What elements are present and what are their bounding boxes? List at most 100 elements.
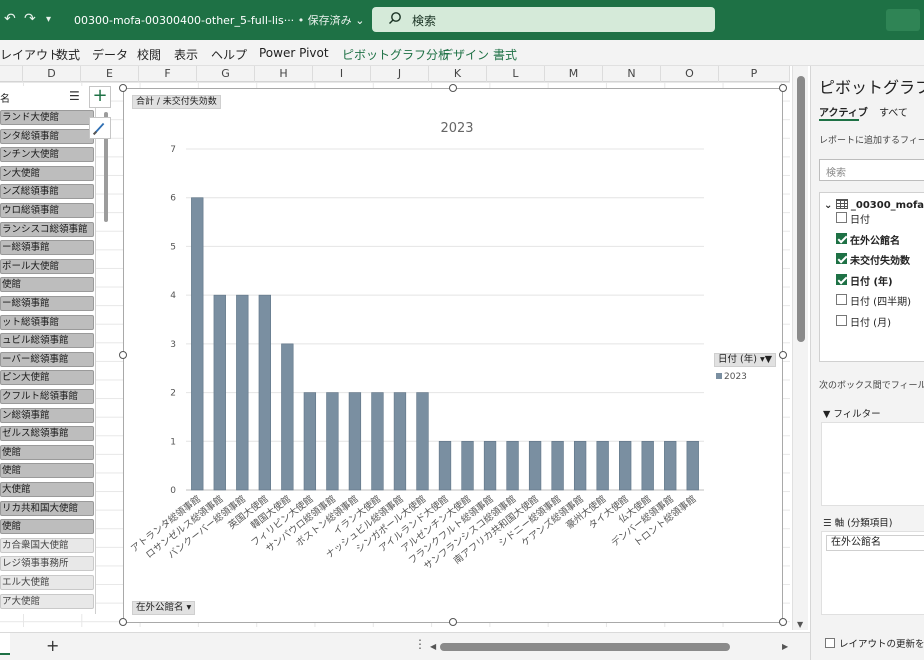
field-checkbox[interactable] — [836, 232, 847, 244]
column-header[interactable]: L — [487, 66, 545, 82]
tab-active[interactable]: アクティブ — [819, 104, 868, 119]
sheet-tab-active[interactable] — [0, 633, 10, 655]
field-checkbox[interactable] — [836, 314, 847, 326]
tab-all[interactable]: すべて — [879, 104, 908, 119]
field-item[interactable]: 日付 (月) — [836, 314, 891, 329]
field-item[interactable]: 日付 (四半期) — [836, 293, 911, 308]
field-checkbox[interactable] — [836, 294, 847, 305]
axis-field-button[interactable]: 在外公館名 ▾ — [132, 601, 196, 615]
pivot-chart[interactable]: 2023 0 1 2 3 4 5 6 7 アトランタ総領事館 ロサンゼルス総領事館 バンクーバー総領事… — [123, 88, 783, 623]
slicer-item[interactable]: 使館 — [0, 444, 94, 460]
field-item[interactable]: 日付 (年) — [836, 273, 893, 288]
scroll-right-icon[interactable]: ▶ — [782, 642, 788, 651]
resize-handle[interactable] — [779, 351, 787, 359]
legend-field-button[interactable]: 日付 (年) ▾▼ — [714, 353, 777, 367]
defer-layout-update[interactable]: レイアウトの更新を保留する — [825, 636, 924, 650]
slicer-item[interactable]: リカ共和国大使館 — [0, 500, 94, 516]
column-header[interactable]: J — [371, 66, 429, 82]
tab-power-pivot[interactable]: Power Pivot — [259, 46, 329, 60]
tab-format[interactable]: 書式 — [493, 46, 517, 63]
tab-review[interactable]: 校閲 — [137, 46, 161, 63]
slicer-item[interactable]: 大使館 — [0, 482, 94, 497]
column-header[interactable]: H — [255, 66, 313, 82]
column-header[interactable]: K — [429, 66, 487, 82]
slicer-item[interactable]: ンチン大使館 — [0, 147, 94, 163]
scroll-left-icon[interactable]: ◀ — [430, 642, 436, 651]
slicer-item[interactable]: カ合衆国大使館 — [0, 537, 94, 553]
tab-splitter-icon[interactable]: ⋮ — [414, 637, 426, 651]
column-header[interactable]: I — [313, 66, 371, 82]
slicer-item[interactable]: ー総領事館 — [0, 296, 94, 311]
scroll-down-icon[interactable]: ▼ — [797, 620, 803, 629]
slicer-item[interactable]: ランシスコ総領事館 — [0, 221, 94, 237]
field-search-input[interactable]: 検索 — [819, 159, 924, 181]
slicer-item[interactable]: 使館 — [0, 463, 94, 479]
chart-styles-button[interactable] — [89, 117, 111, 139]
tab-pivotchart-analyze[interactable]: ピボットグラフ分析 — [342, 46, 450, 63]
slicer-item[interactable]: レジ領事事務所 — [0, 556, 94, 572]
tab-design[interactable]: デザイン — [441, 46, 489, 63]
redo-icon[interactable]: ↷ — [24, 11, 36, 27]
chart-elements-button[interactable]: + — [89, 86, 111, 108]
value-field-button[interactable]: 合計 / 未交付失効数 — [132, 95, 221, 109]
filters-area[interactable] — [821, 422, 924, 506]
horizontal-scrollbar[interactable] — [440, 643, 780, 651]
column-header-partial[interactable] — [0, 66, 23, 82]
axis-field-item[interactable]: 在外公館名 — [826, 535, 924, 551]
slicer-item[interactable]: ンタ総領事館 — [0, 128, 94, 144]
column-header[interactable]: G — [197, 66, 255, 82]
defer-checkbox[interactable] — [825, 638, 835, 648]
slicer-item[interactable]: ット総領事館 — [0, 314, 94, 330]
slicer-item[interactable]: ピン大使館 — [0, 370, 94, 386]
slicer-item[interactable]: ュビル総領事館 — [0, 333, 94, 349]
slicer-item[interactable]: ンズ総領事館 — [0, 184, 94, 200]
slicer-item[interactable]: ン大使館 — [0, 165, 94, 181]
resize-handle[interactable] — [119, 618, 127, 626]
resize-handle[interactable] — [119, 84, 127, 92]
column-header[interactable]: F — [139, 66, 197, 82]
vertical-scroll-thumb[interactable] — [797, 76, 805, 342]
tab-view[interactable]: 表示 — [174, 46, 198, 63]
resize-handle[interactable] — [449, 84, 457, 92]
multi-select-icon[interactable]: ☰ — [69, 89, 80, 103]
field-checkbox[interactable] — [836, 212, 847, 223]
avatar[interactable] — [886, 9, 920, 31]
slicer-item[interactable]: 使館 — [0, 519, 94, 535]
field-item[interactable]: 在外公館名 — [836, 232, 900, 247]
slicer-item[interactable]: ーバー総領事館 — [0, 351, 94, 367]
slicer-item[interactable]: エル大使館 — [0, 575, 94, 590]
slicer-item[interactable]: ウロ総領事館 — [0, 203, 94, 218]
column-header[interactable]: O — [661, 66, 719, 82]
document-title[interactable]: 00300-mofa-00300400-other_5-full-lis··· … — [74, 12, 364, 28]
tab-formulas[interactable]: 数式 — [56, 46, 80, 63]
resize-handle[interactable] — [779, 618, 787, 626]
field-item[interactable]: 日付 — [836, 211, 870, 226]
tab-help[interactable]: ヘルプ — [211, 46, 247, 63]
column-header[interactable]: D — [23, 66, 81, 82]
field-checkbox[interactable] — [836, 273, 847, 285]
slicer-item[interactable]: ポール大使館 — [0, 258, 94, 274]
table-node[interactable]: ⌄ _00300_mofa — [824, 199, 924, 211]
column-header[interactable]: P — [719, 66, 790, 82]
vertical-scrollbar[interactable]: ▼ — [792, 66, 808, 630]
axis-area[interactable]: 在外公館名 — [821, 531, 924, 615]
add-sheet-button[interactable]: + — [46, 636, 59, 655]
column-header[interactable]: N — [603, 66, 661, 82]
tab-page-layout[interactable]: レイアウト — [0, 46, 60, 63]
resize-handle[interactable] — [119, 351, 127, 359]
slicer-item[interactable]: ア大使館 — [0, 593, 94, 609]
slicer-item[interactable]: ランド大使館 — [0, 110, 94, 125]
column-header[interactable]: M — [545, 66, 603, 82]
quick-access-dropdown-icon[interactable]: ▾ — [46, 14, 51, 25]
slicer-item[interactable]: ー総領事館 — [0, 240, 94, 256]
field-checkbox[interactable] — [836, 253, 847, 264]
column-header[interactable]: E — [81, 66, 139, 82]
horizontal-scroll-thumb[interactable] — [440, 643, 730, 651]
collapse-icon[interactable]: ⌄ — [824, 200, 832, 211]
resize-handle[interactable] — [449, 618, 457, 626]
resize-handle[interactable] — [779, 84, 787, 92]
slicer-item[interactable]: ゼルス総領事館 — [0, 426, 94, 442]
search-box[interactable]: 検索 — [372, 7, 715, 32]
undo-icon[interactable]: ↶ — [4, 11, 16, 27]
slicer-item[interactable]: クフルト総領事館 — [0, 389, 94, 404]
